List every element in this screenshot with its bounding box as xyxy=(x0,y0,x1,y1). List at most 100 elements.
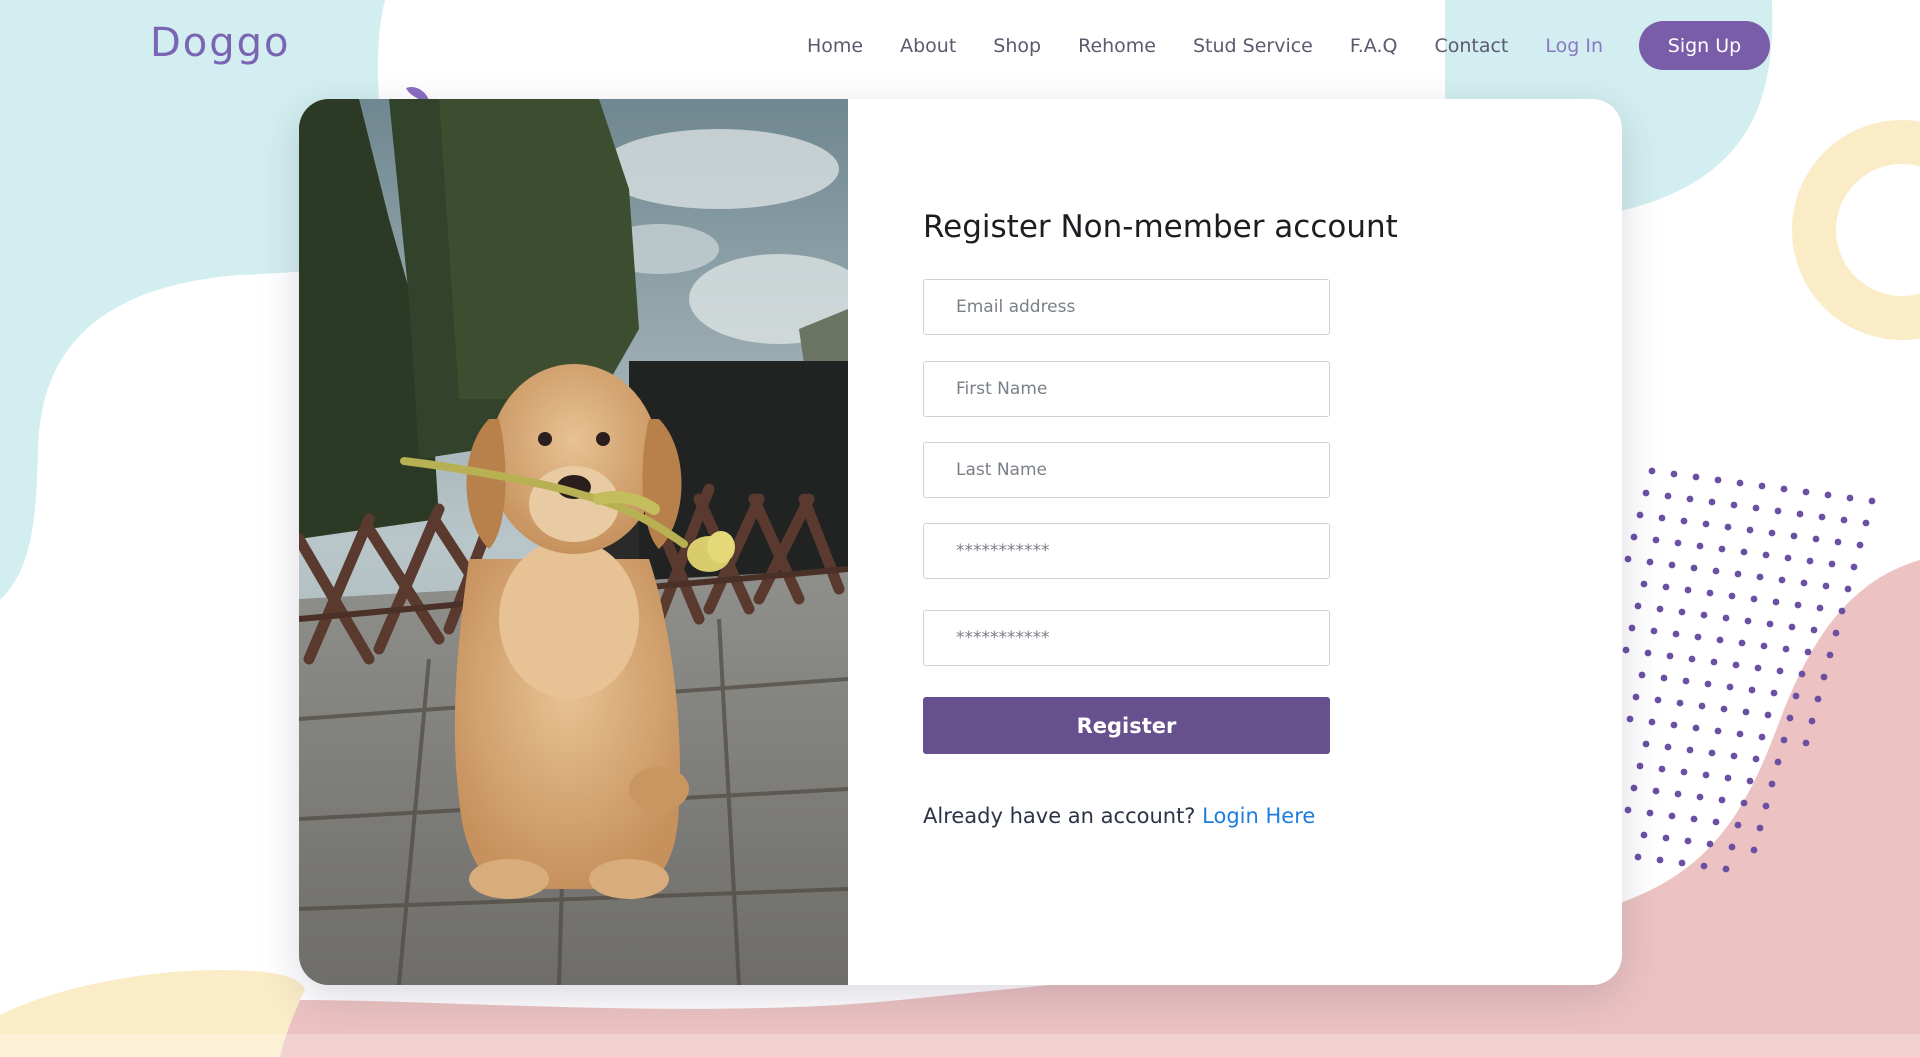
decor-dot xyxy=(1722,865,1730,873)
decor-dot xyxy=(1790,532,1798,540)
decor-dot xyxy=(1774,507,1782,515)
nav-faq[interactable]: F.A.Q xyxy=(1350,35,1398,57)
decor-dot xyxy=(1684,586,1692,594)
login-here-link[interactable]: Login Here xyxy=(1202,804,1315,828)
decor-dot xyxy=(1786,714,1794,722)
email-field[interactable] xyxy=(923,279,1330,335)
decor-dot xyxy=(1814,695,1822,703)
decor-dot xyxy=(1780,485,1788,493)
decor-dot xyxy=(1648,467,1656,475)
decor-dot xyxy=(1800,579,1808,587)
nav-rehome[interactable]: Rehome xyxy=(1078,35,1156,57)
decor-dot xyxy=(1784,554,1792,562)
decor-dot xyxy=(1666,652,1674,660)
decor-dot xyxy=(1762,802,1770,810)
decor-dot xyxy=(1692,724,1700,732)
decor-dot xyxy=(1634,853,1642,861)
decor-dot xyxy=(1756,824,1764,832)
decor-dot xyxy=(1674,539,1682,547)
decor-dot xyxy=(1758,482,1766,490)
decor-dot xyxy=(1798,670,1806,678)
decor-dot xyxy=(1732,661,1740,669)
password-field[interactable] xyxy=(923,523,1330,579)
decor-dot xyxy=(1782,645,1790,653)
decor-dot xyxy=(1714,476,1722,484)
decor-dot xyxy=(1702,520,1710,528)
first-name-field[interactable] xyxy=(923,361,1330,417)
account-prompt-line: Already have an account? Login Here xyxy=(923,804,1315,828)
register-form: Register Non-member account Register Alr… xyxy=(923,99,1523,985)
decor-dot xyxy=(1738,639,1746,647)
decor-dot xyxy=(1778,576,1786,584)
register-card: Register Non-member account Register Alr… xyxy=(299,99,1622,985)
decor-dot xyxy=(1688,655,1696,663)
decor-dot xyxy=(1644,649,1652,657)
decor-dot xyxy=(1678,859,1686,867)
decor-dot xyxy=(1640,831,1648,839)
decor-dot xyxy=(1734,821,1742,829)
decor-dot xyxy=(1774,758,1782,766)
decor-dot xyxy=(1630,784,1638,792)
last-name-field[interactable] xyxy=(923,442,1330,498)
decor-dot xyxy=(1658,514,1666,522)
decor-dot xyxy=(1678,608,1686,616)
form-title: Register Non-member account xyxy=(923,209,1398,245)
decor-dot xyxy=(1802,739,1810,747)
site-logo[interactable]: Doggo xyxy=(150,20,291,66)
decor-dot xyxy=(1704,680,1712,688)
decor-dot xyxy=(1804,648,1812,656)
decor-dot xyxy=(1628,624,1636,632)
decor-dot xyxy=(1700,611,1708,619)
decor-dot xyxy=(1690,564,1698,572)
nav-home[interactable]: Home xyxy=(807,35,863,57)
decor-dot xyxy=(1740,548,1748,556)
decor-dot xyxy=(1838,607,1846,615)
decor-dot xyxy=(1754,664,1762,672)
decor-dot xyxy=(1794,601,1802,609)
decor-dot xyxy=(1764,711,1772,719)
decor-dot xyxy=(1708,749,1716,757)
decor-dot xyxy=(1722,614,1730,622)
decor-dot xyxy=(1762,551,1770,559)
decor-dot xyxy=(1698,702,1706,710)
decor-dot xyxy=(1770,689,1778,697)
decor-dot xyxy=(1668,561,1676,569)
decor-dot xyxy=(1674,790,1682,798)
nav-about[interactable]: About xyxy=(900,35,956,57)
decor-dot xyxy=(1642,489,1650,497)
decor-dot xyxy=(1668,812,1676,820)
nav-stud-service[interactable]: Stud Service xyxy=(1193,35,1313,57)
decor-dot xyxy=(1824,491,1832,499)
decor-dot xyxy=(1816,604,1824,612)
confirm-password-field[interactable] xyxy=(923,610,1330,666)
decor-dot xyxy=(1818,513,1826,521)
decor-dot xyxy=(1660,674,1668,682)
decor-dot xyxy=(1750,846,1758,854)
decor-dot xyxy=(1820,673,1828,681)
decor-dot xyxy=(1806,557,1814,565)
decor-dot xyxy=(1862,519,1870,527)
decor-dot xyxy=(1622,646,1630,654)
register-button[interactable]: Register xyxy=(923,697,1330,754)
nav-contact[interactable]: Contact xyxy=(1434,35,1508,57)
decor-dot xyxy=(1696,793,1704,801)
signup-button[interactable]: Sign Up xyxy=(1639,21,1770,70)
decor-dot xyxy=(1766,620,1774,628)
nav-shop[interactable]: Shop xyxy=(993,35,1041,57)
decor-dot xyxy=(1692,473,1700,481)
decor-dot xyxy=(1740,799,1748,807)
decor-dot xyxy=(1630,533,1638,541)
decor-dot xyxy=(1714,727,1722,735)
decor-dot xyxy=(1638,671,1646,679)
decor-dot xyxy=(1684,837,1692,845)
decor-dot xyxy=(1746,777,1754,785)
decor-dot xyxy=(1662,583,1670,591)
decor-dot xyxy=(1746,526,1754,534)
decor-dot xyxy=(1788,623,1796,631)
decor-dot xyxy=(1710,658,1718,666)
decor-dot xyxy=(1718,796,1726,804)
decor-dot xyxy=(1868,497,1876,505)
decor-dot xyxy=(1780,736,1788,744)
nav-login[interactable]: Log In xyxy=(1545,35,1603,57)
decor-dot xyxy=(1758,733,1766,741)
